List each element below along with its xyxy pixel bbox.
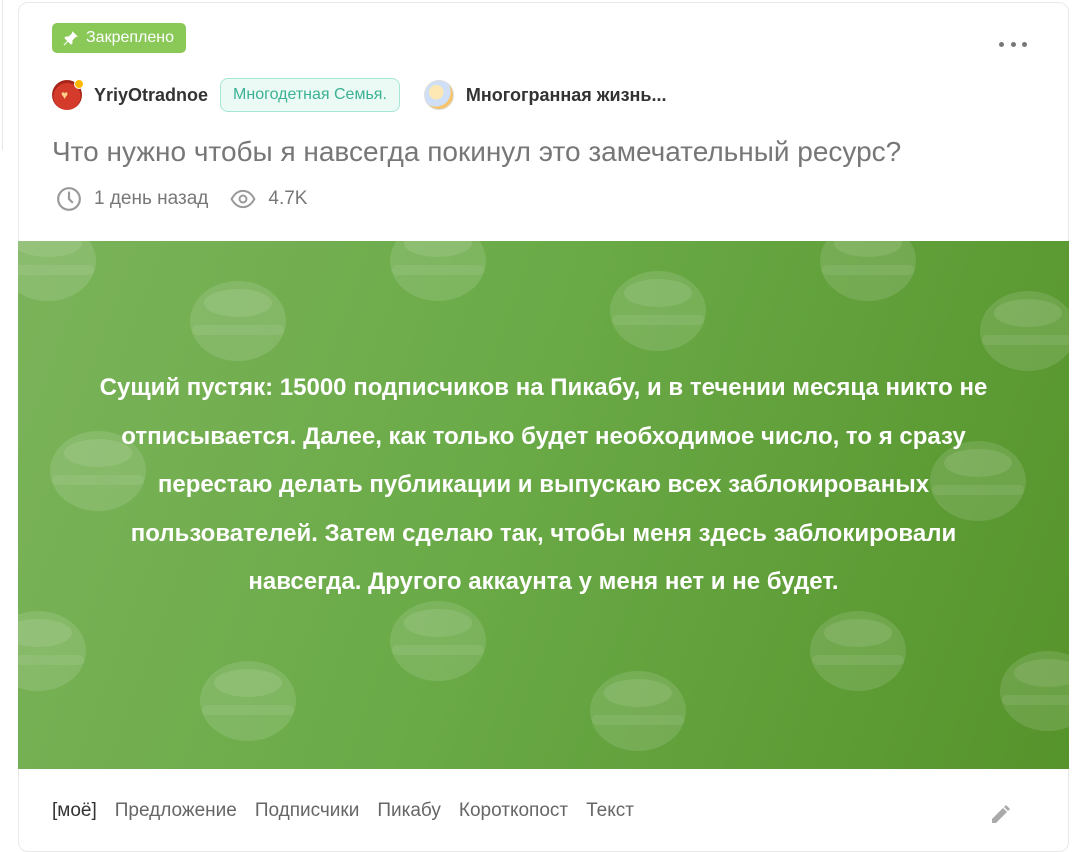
more-dots-icon (999, 41, 1004, 47)
pinned-label: Закреплено (86, 29, 174, 46)
tag-tekst[interactable]: Текст (586, 800, 634, 822)
post-tags: [моё] Предложение Подписчики Пикабу Коро… (52, 800, 652, 822)
post-time: 1 день назад (94, 188, 209, 209)
more-dot (1010, 41, 1016, 47)
tag-moe[interactable]: [моё] (52, 800, 97, 822)
tag-pikabu[interactable]: Пикабу (377, 800, 441, 822)
community-avatar[interactable] (423, 80, 454, 110)
post-image[interactable]: Сущий пустяк: 15000 подписчиков на Пикаб… (18, 241, 1069, 769)
post-meta: 1 день назад 4.7K (56, 184, 307, 214)
post-title[interactable]: Что нужно чтобы я навсегда покинул это з… (52, 136, 901, 168)
heart-icon: ♥ (61, 88, 69, 102)
author-username[interactable]: YriyOtradnoe (94, 85, 208, 106)
more-options-button[interactable] (999, 34, 1027, 54)
community-name[interactable]: Многогранная жизнь... (466, 85, 667, 106)
left-edge-divider (0, 0, 3, 150)
post-views: 4.7K (268, 188, 308, 209)
tag-podpischiki[interactable]: Подписчики (255, 800, 360, 822)
author-tag-badge: Многодетная Семья. (220, 78, 400, 112)
tag-predlozhenie[interactable]: Предложение (115, 800, 237, 822)
author-avatar[interactable]: ♥ (52, 79, 84, 110)
eye-icon (230, 189, 256, 209)
pencil-icon[interactable] (988, 803, 1012, 827)
clock-icon (57, 187, 81, 211)
pin-icon (63, 31, 78, 46)
author-row: ♥ YriyOtradnoe Многодетная Семья. Многог… (52, 77, 667, 113)
more-dot (1022, 41, 1027, 47)
post-image-text: Сущий пустяк: 15000 подписчиков на Пикаб… (99, 374, 988, 595)
pinned-badge: Закреплено (52, 23, 186, 53)
tag-korotkopost[interactable]: Короткопост (459, 800, 568, 822)
online-status-dot (74, 79, 84, 89)
